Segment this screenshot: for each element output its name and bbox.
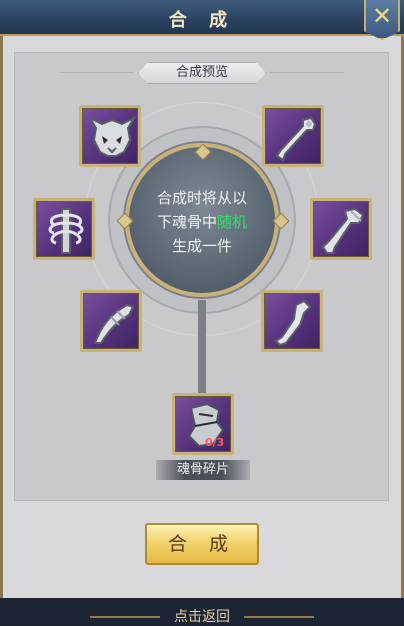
preview-label: 合成预览 xyxy=(138,62,266,84)
skull-helmet-icon xyxy=(87,115,137,157)
bone-slot-1[interactable] xyxy=(79,105,141,167)
center-line-1: 合成时将从以 xyxy=(156,189,247,207)
divider-right xyxy=(270,72,344,73)
center-description: 合成时将从以 下魂骨中随机 生成一件 xyxy=(138,186,266,258)
connector-stem xyxy=(198,300,206,396)
fragment-label: 魂骨碎片 xyxy=(156,460,250,480)
center-line-2-text: 下魂骨中 xyxy=(156,213,217,231)
rib-cage-icon xyxy=(48,208,84,254)
title-bar: 合 成 xyxy=(0,0,404,36)
bent-bone-icon xyxy=(274,299,312,347)
claw-bone-icon xyxy=(93,303,135,344)
arm-bone-icon xyxy=(275,116,317,162)
bone-slot-3[interactable] xyxy=(33,198,95,260)
craft-button[interactable]: 合 成 xyxy=(145,523,259,565)
center-line-3: 生成一件 xyxy=(171,237,232,255)
leg-bone-icon xyxy=(321,207,365,254)
bone-slot-6[interactable] xyxy=(261,290,323,352)
bone-fragment-slot[interactable] xyxy=(172,393,234,455)
bone-slot-2[interactable] xyxy=(262,105,324,167)
center-line-2: 下魂骨中随机 xyxy=(138,210,266,234)
bone-slot-5[interactable] xyxy=(80,290,142,352)
fragment-count: 0/3 xyxy=(205,436,225,449)
divider-left xyxy=(60,72,134,73)
close-icon[interactable]: ✕ xyxy=(372,4,392,28)
back-button[interactable]: 点击返回 xyxy=(0,606,404,626)
bone-slot-4[interactable] xyxy=(310,198,372,260)
random-highlight: 随机 xyxy=(217,213,248,231)
window-title: 合 成 xyxy=(168,10,236,31)
